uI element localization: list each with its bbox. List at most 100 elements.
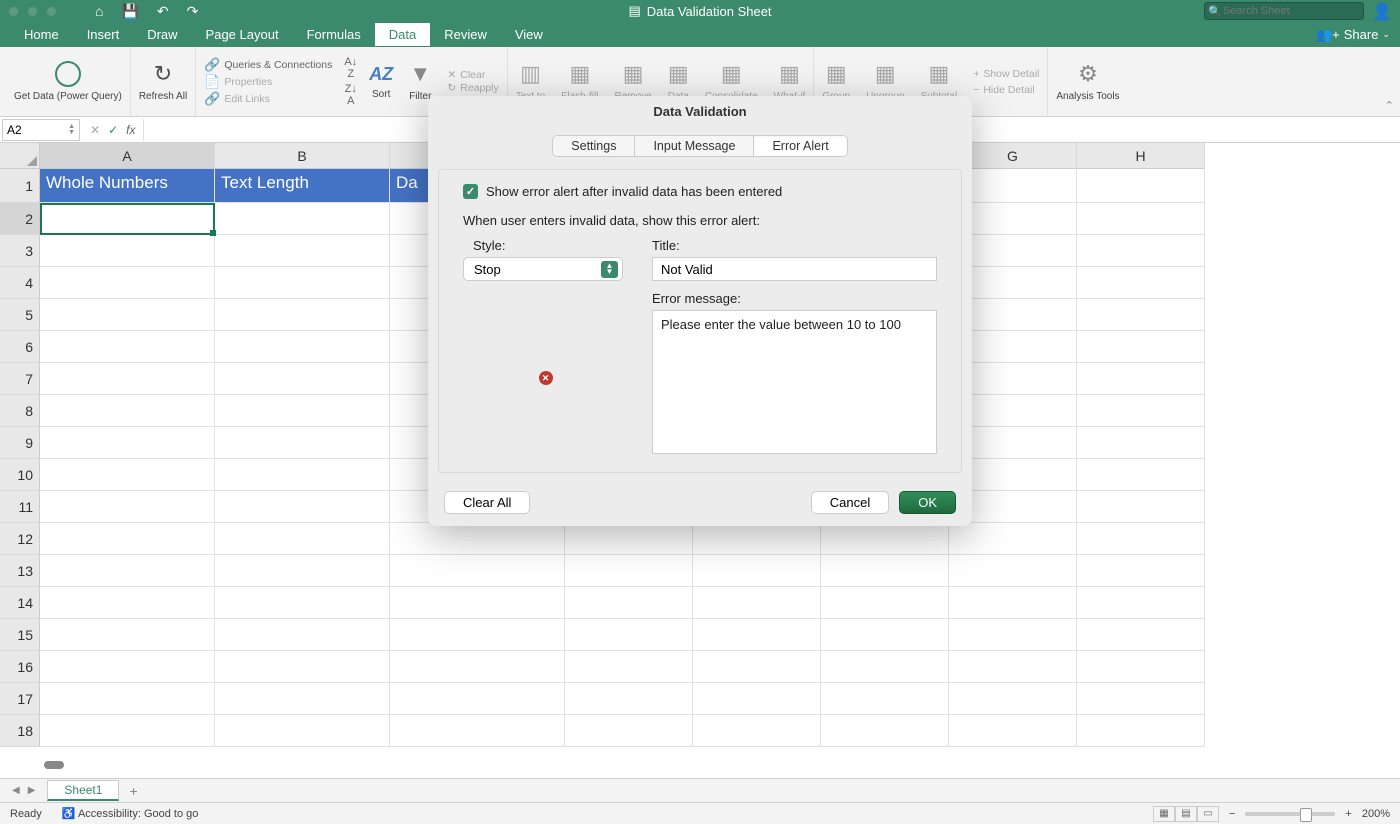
cell-B3[interactable] bbox=[215, 235, 390, 267]
analysis-tools-button[interactable]: ⚙Analysis Tools bbox=[1048, 47, 1127, 116]
cell-D16[interactable] bbox=[565, 651, 693, 683]
cell-C14[interactable] bbox=[390, 587, 565, 619]
cell-B1[interactable]: Text Length bbox=[215, 169, 390, 203]
cell-D12[interactable] bbox=[565, 523, 693, 555]
cell-E17[interactable] bbox=[693, 683, 821, 715]
row-header-1[interactable]: 1 bbox=[0, 169, 40, 203]
cell-D13[interactable] bbox=[565, 555, 693, 587]
zoom-slider[interactable] bbox=[1245, 812, 1335, 816]
cell-A18[interactable] bbox=[40, 715, 215, 747]
name-box[interactable]: A2 ▲▼ bbox=[2, 119, 80, 141]
undo-icon[interactable]: ↶ bbox=[157, 3, 169, 20]
cell-C17[interactable] bbox=[390, 683, 565, 715]
cell-A10[interactable] bbox=[40, 459, 215, 491]
cell-B18[interactable] bbox=[215, 715, 390, 747]
cell-A6[interactable] bbox=[40, 331, 215, 363]
collapse-ribbon-icon[interactable]: ⌃ bbox=[1385, 99, 1394, 112]
share-button[interactable]: 👥+ Share ⌄ bbox=[1316, 27, 1390, 43]
cell-H18[interactable] bbox=[1077, 715, 1205, 747]
cell-A11[interactable] bbox=[40, 491, 215, 523]
zoom-window-icon[interactable] bbox=[46, 6, 57, 17]
sheet-tab-sheet1[interactable]: Sheet1 bbox=[47, 780, 119, 801]
cell-G15[interactable] bbox=[949, 619, 1077, 651]
cell-H7[interactable] bbox=[1077, 363, 1205, 395]
sort-desc-icon[interactable]: Z↓A bbox=[345, 83, 357, 107]
cell-B5[interactable] bbox=[215, 299, 390, 331]
tab-page-layout[interactable]: Page Layout bbox=[192, 23, 293, 46]
ok-button[interactable]: OK bbox=[899, 491, 956, 514]
cell-E13[interactable] bbox=[693, 555, 821, 587]
tab-home[interactable]: Home bbox=[10, 23, 73, 46]
cell-A12[interactable] bbox=[40, 523, 215, 555]
minimize-window-icon[interactable] bbox=[27, 6, 38, 17]
col-header-H[interactable]: H bbox=[1077, 143, 1205, 169]
page-break-view-button[interactable]: ▭ bbox=[1197, 806, 1219, 822]
cell-F17[interactable] bbox=[821, 683, 949, 715]
cell-G16[interactable] bbox=[949, 651, 1077, 683]
row-header-7[interactable]: 7 bbox=[0, 363, 40, 395]
normal-view-button[interactable]: ▦ bbox=[1153, 806, 1175, 822]
cell-C13[interactable] bbox=[390, 555, 565, 587]
hscroll-thumb[interactable] bbox=[44, 761, 64, 769]
cell-A17[interactable] bbox=[40, 683, 215, 715]
cell-A15[interactable] bbox=[40, 619, 215, 651]
cell-H17[interactable] bbox=[1077, 683, 1205, 715]
cell-H3[interactable] bbox=[1077, 235, 1205, 267]
cell-B8[interactable] bbox=[215, 395, 390, 427]
cell-C12[interactable] bbox=[390, 523, 565, 555]
redo-icon[interactable]: ↷ bbox=[187, 3, 199, 20]
row-header-11[interactable]: 11 bbox=[0, 491, 40, 523]
cell-B13[interactable] bbox=[215, 555, 390, 587]
search-sheet-input[interactable] bbox=[1204, 2, 1364, 20]
dialog-tab-error-alert[interactable]: Error Alert bbox=[754, 136, 846, 156]
row-header-17[interactable]: 17 bbox=[0, 683, 40, 715]
cell-A7[interactable] bbox=[40, 363, 215, 395]
title-input[interactable] bbox=[652, 257, 937, 281]
cell-B12[interactable] bbox=[215, 523, 390, 555]
row-header-8[interactable]: 8 bbox=[0, 395, 40, 427]
dialog-tab-input-message[interactable]: Input Message bbox=[635, 136, 754, 156]
dialog-tab-settings[interactable]: Settings bbox=[553, 136, 635, 156]
row-header-16[interactable]: 16 bbox=[0, 651, 40, 683]
cell-B6[interactable] bbox=[215, 331, 390, 363]
row-header-12[interactable]: 12 bbox=[0, 523, 40, 555]
cell-A1[interactable]: Whole Numbers bbox=[40, 169, 215, 203]
cell-D14[interactable] bbox=[565, 587, 693, 619]
cell-B17[interactable] bbox=[215, 683, 390, 715]
cell-A4[interactable] bbox=[40, 267, 215, 299]
cell-H6[interactable] bbox=[1077, 331, 1205, 363]
cell-G12[interactable] bbox=[949, 523, 1077, 555]
cell-A16[interactable] bbox=[40, 651, 215, 683]
cell-A13[interactable] bbox=[40, 555, 215, 587]
row-header-9[interactable]: 9 bbox=[0, 427, 40, 459]
cell-H14[interactable] bbox=[1077, 587, 1205, 619]
sheet-nav-prev-icon[interactable]: ◀ bbox=[12, 785, 20, 796]
cell-G14[interactable] bbox=[949, 587, 1077, 619]
save-icon[interactable]: 💾 bbox=[121, 3, 138, 20]
cell-B14[interactable] bbox=[215, 587, 390, 619]
tab-view[interactable]: View bbox=[501, 23, 557, 46]
clear-all-button[interactable]: Clear All bbox=[444, 491, 530, 514]
queries-connections-button[interactable]: 🔗Queries & Connections bbox=[204, 57, 332, 73]
sort-asc-icon[interactable]: A↓Z bbox=[344, 56, 357, 80]
row-header-15[interactable]: 15 bbox=[0, 619, 40, 651]
cell-G17[interactable] bbox=[949, 683, 1077, 715]
cell-H15[interactable] bbox=[1077, 619, 1205, 651]
row-header-4[interactable]: 4 bbox=[0, 267, 40, 299]
cell-B10[interactable] bbox=[215, 459, 390, 491]
page-layout-view-button[interactable]: ▤ bbox=[1175, 806, 1197, 822]
cell-F14[interactable] bbox=[821, 587, 949, 619]
name-box-stepper[interactable]: ▲▼ bbox=[68, 124, 75, 136]
tab-data[interactable]: Data bbox=[375, 23, 430, 46]
error-message-textarea[interactable]: Please enter the value between 10 to 100 bbox=[652, 310, 937, 454]
cell-E12[interactable] bbox=[693, 523, 821, 555]
cancel-button[interactable]: Cancel bbox=[811, 491, 889, 514]
cell-A5[interactable] bbox=[40, 299, 215, 331]
cell-H8[interactable] bbox=[1077, 395, 1205, 427]
row-header-10[interactable]: 10 bbox=[0, 459, 40, 491]
zoom-in-button[interactable]: + bbox=[1345, 808, 1351, 820]
cell-C18[interactable] bbox=[390, 715, 565, 747]
cell-D17[interactable] bbox=[565, 683, 693, 715]
cell-G18[interactable] bbox=[949, 715, 1077, 747]
cell-F15[interactable] bbox=[821, 619, 949, 651]
